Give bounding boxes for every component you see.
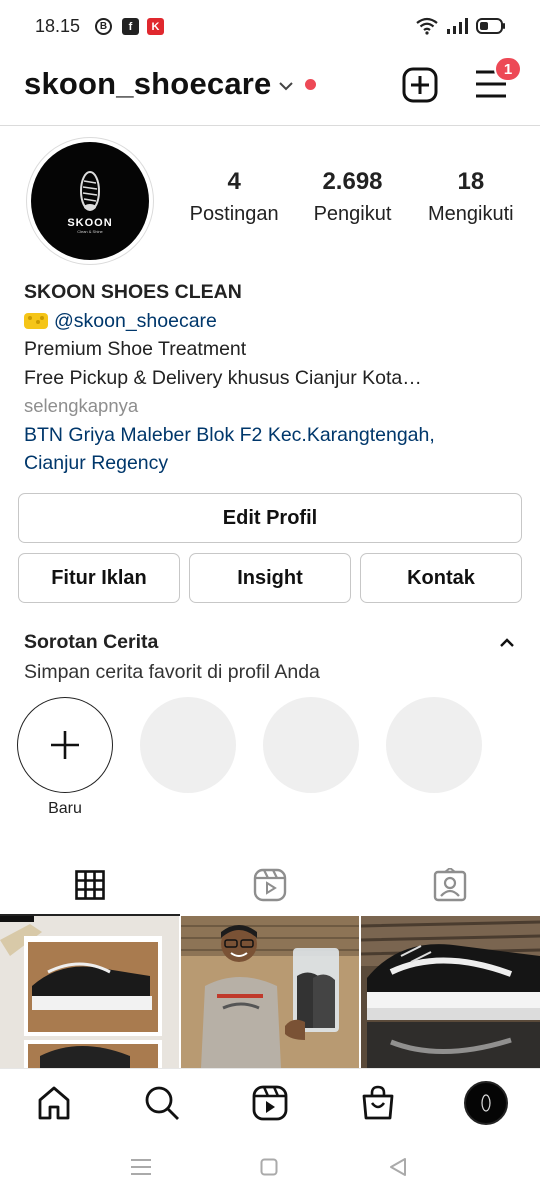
search-icon xyxy=(145,1086,179,1120)
post-thumbnail[interactable] xyxy=(361,916,540,1068)
system-navigation xyxy=(0,1138,540,1200)
avatar-tagline: Clean & Shine xyxy=(77,228,103,234)
status-app-b-icon: B xyxy=(95,18,112,35)
profile-tabs xyxy=(0,852,540,918)
nav-shop[interactable] xyxy=(358,1083,398,1123)
avatar-image: SKOON Clean & Shine xyxy=(31,142,149,260)
shoe-logo-icon xyxy=(481,1094,491,1112)
stat-value: 2.698 xyxy=(322,168,383,195)
sponge-emoji-icon xyxy=(24,312,48,329)
highlights-subtitle: Simpan cerita favorit di profil Anda xyxy=(24,661,320,683)
ads-button[interactable]: Fitur Iklan xyxy=(18,553,180,603)
battery-icon xyxy=(476,18,505,34)
tab-posts-grid[interactable] xyxy=(0,852,180,918)
highlight-placeholder xyxy=(386,697,482,793)
nav-home[interactable] xyxy=(34,1083,74,1123)
stat-label: Postingan xyxy=(189,203,279,225)
nav-search[interactable] xyxy=(142,1083,182,1123)
chevron-up-icon[interactable] xyxy=(499,637,515,649)
tab-tagged[interactable] xyxy=(360,852,540,918)
status-bar: 18.15 B f K xyxy=(0,0,540,54)
grid-icon xyxy=(75,870,105,900)
tagged-icon xyxy=(433,868,467,902)
shoe-logo-icon xyxy=(80,170,100,211)
stat-following[interactable]: 18 Mengikuti xyxy=(412,170,530,226)
nav-profile[interactable] xyxy=(464,1081,508,1125)
profile-avatar[interactable]: SKOON Clean & Shine xyxy=(26,137,154,265)
stat-followers[interactable]: 2.698 Pengikut xyxy=(293,170,411,226)
post-thumbnail[interactable] xyxy=(180,916,360,1068)
reels-icon xyxy=(252,1085,288,1121)
new-activity-dot xyxy=(305,79,316,90)
stat-value: 4 xyxy=(227,168,241,195)
new-highlight-label: Baru xyxy=(48,800,82,817)
post-thumbnail[interactable] xyxy=(0,916,179,1068)
profile-stats: 4 Postingan 2.698 Pengikut 18 Mengikuti xyxy=(175,170,530,226)
tab-reels[interactable] xyxy=(180,852,360,918)
status-app-facebook-icon: f xyxy=(122,18,139,35)
bio-location-line-1[interactable]: BTN Griya Maleber Blok F2 Kec.Karangteng… xyxy=(24,421,524,450)
post-image-shoes-box xyxy=(0,916,179,1068)
bio-more-link[interactable]: selengkapnya xyxy=(24,392,524,421)
highlight-placeholder xyxy=(140,697,236,793)
bio-location-line-2[interactable]: Cianjur Regency xyxy=(24,449,524,478)
bio-name: SKOON SHOES CLEAN xyxy=(24,281,242,303)
new-highlight-button[interactable] xyxy=(17,697,113,793)
status-time: 18.15 xyxy=(35,16,81,36)
username-title[interactable]: skoon_shoecare xyxy=(24,66,271,102)
profile-bio: SKOON SHOES CLEAN @skoon_shoecare Premiu… xyxy=(24,278,524,478)
add-post-icon[interactable] xyxy=(402,67,438,103)
stat-label: Pengikut xyxy=(313,203,392,225)
edit-profile-button[interactable]: Edit Profil xyxy=(18,493,522,543)
bottom-navigation xyxy=(0,1068,540,1138)
status-app-k-icon: K xyxy=(147,18,164,35)
highlights-title: Sorotan Cerita xyxy=(24,631,159,653)
highlight-placeholder xyxy=(263,697,359,793)
reels-icon xyxy=(253,868,287,902)
post-image-person-holding-shoes xyxy=(180,916,360,1068)
bio-line-1: Premium Shoe Treatment xyxy=(24,338,247,360)
notification-badge: 1 xyxy=(494,56,522,82)
home-system-icon[interactable] xyxy=(260,1158,278,1176)
bio-handle-line: @skoon_shoecare xyxy=(24,307,524,336)
contact-button[interactable]: Kontak xyxy=(360,553,522,603)
stat-value: 18 xyxy=(457,168,485,195)
signal-icon xyxy=(447,18,468,34)
profile-header: skoon_shoecare 1 xyxy=(0,54,540,126)
posts-grid xyxy=(0,916,540,1068)
stat-label: Mengikuti xyxy=(428,203,514,225)
chevron-down-icon[interactable] xyxy=(278,80,294,92)
plus-icon xyxy=(51,731,79,759)
nav-reels[interactable] xyxy=(250,1083,290,1123)
insight-button[interactable]: Insight xyxy=(189,553,351,603)
bio-handle-link[interactable]: @skoon_shoecare xyxy=(54,310,217,332)
back-icon[interactable] xyxy=(388,1157,408,1177)
recent-apps-icon[interactable] xyxy=(130,1158,152,1176)
bio-line-2: Free Pickup & Delivery khusus Cianjur Ko… xyxy=(24,366,422,389)
shop-icon xyxy=(362,1085,394,1120)
avatar-brand-text: SKOON xyxy=(67,216,113,229)
stat-posts[interactable]: 4 Postingan xyxy=(175,170,293,226)
wifi-icon xyxy=(416,17,438,35)
post-image-sneaker-reflection xyxy=(361,916,540,1068)
home-icon xyxy=(38,1086,70,1120)
profile-avatar-icon xyxy=(464,1081,508,1125)
